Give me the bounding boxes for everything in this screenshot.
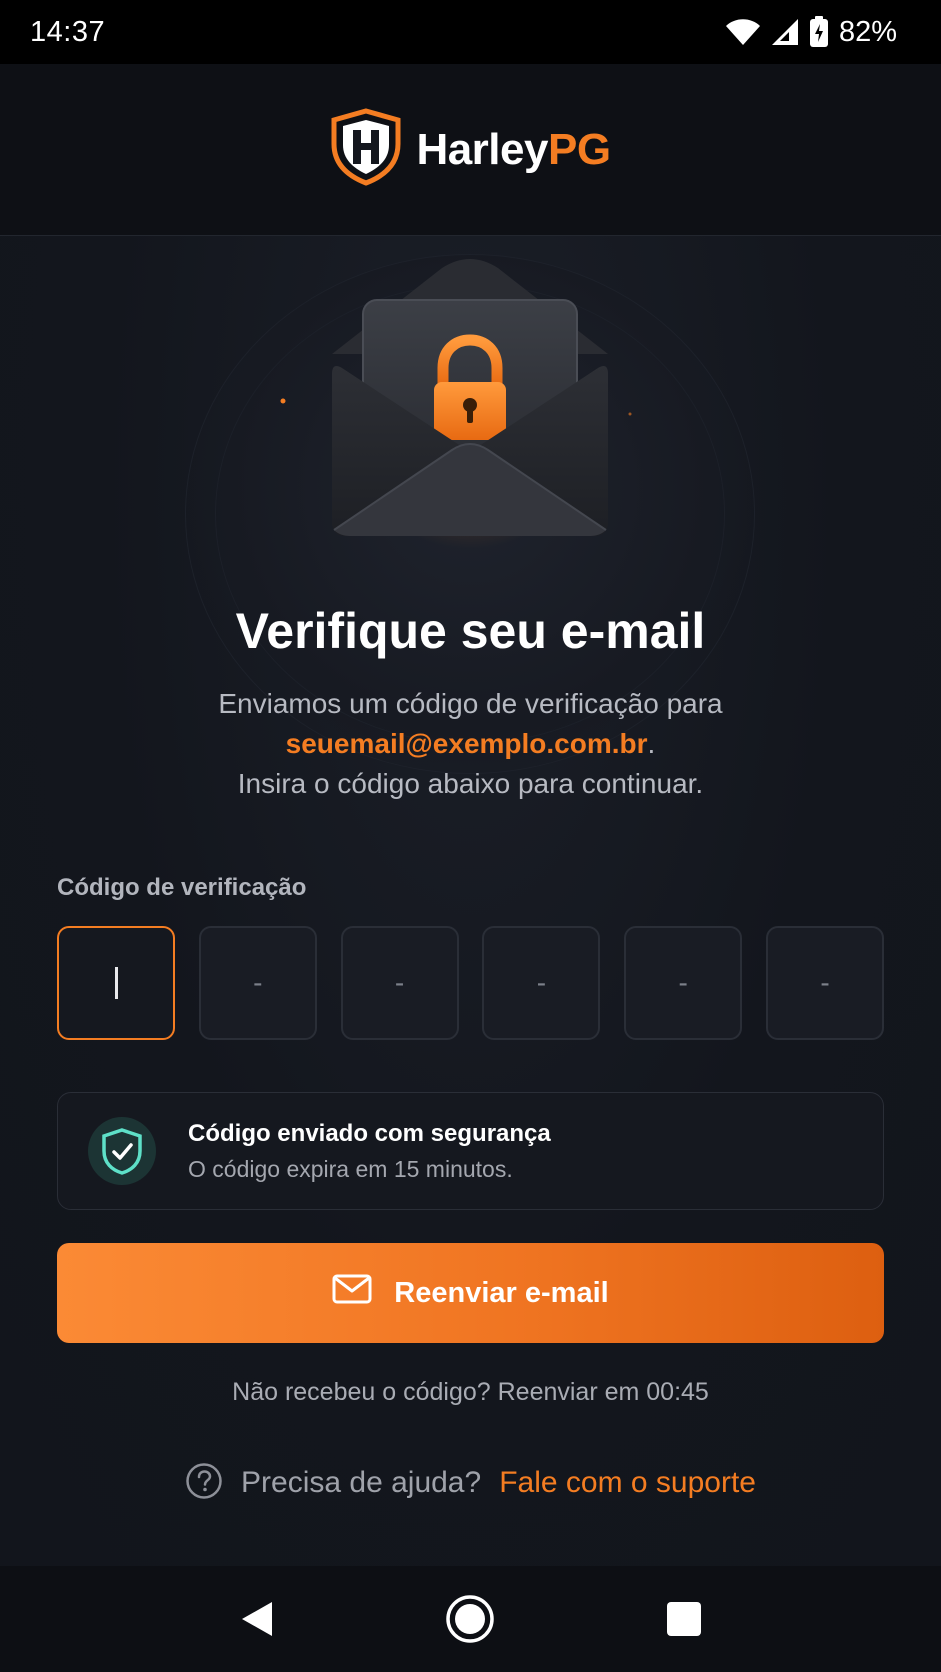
shield-h-logo-icon xyxy=(330,108,402,191)
battery-charging-icon xyxy=(809,16,829,48)
code-input-group: - - - - - xyxy=(57,926,884,1040)
help-text: Precisa de ajuda? xyxy=(241,1466,482,1499)
brand-name: HarleyPG xyxy=(416,124,611,175)
signal-icon xyxy=(771,18,799,46)
resend-email-button[interactable]: Reenviar e-mail xyxy=(57,1243,884,1343)
text-cursor xyxy=(114,967,118,999)
code-digit-6[interactable]: - xyxy=(765,926,884,1040)
security-info-title: Código enviado com segurança xyxy=(188,1119,551,1147)
main-content: Verifique seu e-mail Enviamos um código … xyxy=(0,236,941,1566)
code-digit-4[interactable]: - xyxy=(482,926,601,1040)
resend-countdown: Não recebeu o código? Reenviar em 00:45 xyxy=(232,1378,709,1406)
home-circle-icon[interactable] xyxy=(430,1579,510,1659)
status-bar: 14:37 82% xyxy=(0,0,941,64)
status-icons: 82% xyxy=(725,16,897,49)
shield-check-icon xyxy=(88,1117,156,1185)
recents-square-icon[interactable] xyxy=(644,1579,724,1659)
brand-logo: HarleyPG xyxy=(330,108,611,191)
system-navigation-bar xyxy=(0,1566,941,1672)
description-email-line: seuemail@exemplo.com.br. xyxy=(0,724,941,764)
resend-email-label: Reenviar e-mail xyxy=(394,1276,609,1309)
code-digit-1[interactable] xyxy=(57,926,175,1040)
page-title: Verifique seu e-mail xyxy=(235,603,706,659)
battery-percentage: 82% xyxy=(838,15,897,48)
wifi-icon xyxy=(725,18,761,46)
brand-name-orange: PG xyxy=(547,124,611,174)
security-info-text: Código enviado com segurança O código ex… xyxy=(188,1120,551,1183)
page-description: Enviamos um código de verificação para s… xyxy=(0,684,941,804)
app-header: HarleyPG xyxy=(0,64,941,236)
help-row: Precisa de ajuda? Fale com o suporte xyxy=(0,1458,941,1508)
help-circle-icon xyxy=(185,1462,223,1505)
contact-support-link[interactable]: Fale com o suporte xyxy=(499,1466,756,1500)
code-digit-3[interactable]: - xyxy=(340,926,459,1040)
back-triangle-icon[interactable] xyxy=(217,1579,297,1659)
code-digit-5[interactable]: - xyxy=(624,926,743,1040)
email-suffix: . xyxy=(647,728,656,759)
description-line-3: Insira o código abaixo para continuar. xyxy=(237,768,704,799)
description-line-1: Enviamos um código de verificação para xyxy=(218,688,723,719)
security-info-subtitle: O código expira em 15 minutos. xyxy=(188,1155,513,1182)
code-label: Código de verificação xyxy=(57,874,307,901)
code-digit-2[interactable]: - xyxy=(198,926,317,1040)
brand-name-white: Harley xyxy=(416,124,548,174)
security-info-card: Código enviado com segurança O código ex… xyxy=(57,1092,884,1210)
email-address: seuemail@exemplo.com.br xyxy=(285,728,648,759)
status-time: 14:37 xyxy=(30,15,106,48)
mail-icon xyxy=(332,1274,372,1312)
